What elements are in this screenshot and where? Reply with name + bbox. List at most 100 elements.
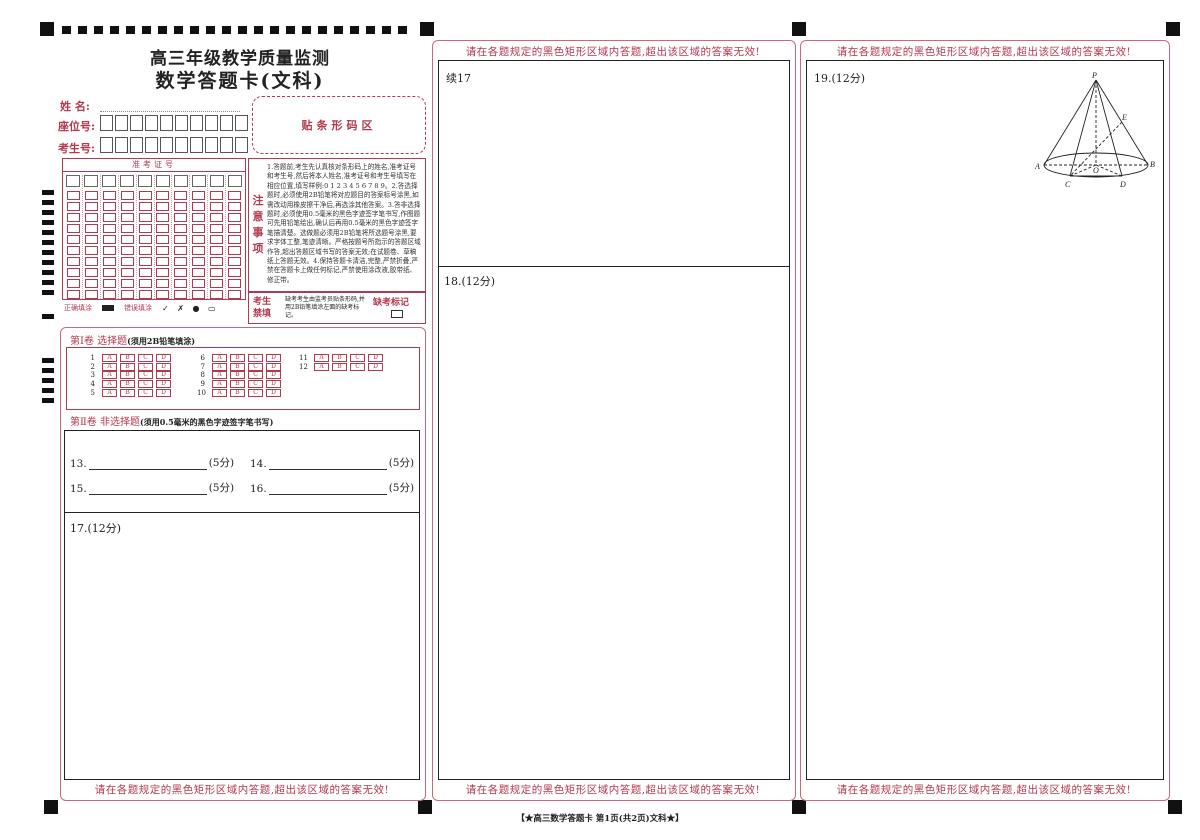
choice-bubble[interactable]: A [314, 354, 329, 363]
choice-bubble[interactable]: A [102, 362, 117, 371]
choice-bubble[interactable]: C [138, 371, 153, 380]
exam-id-bubble[interactable] [156, 202, 170, 211]
exam-id-bubble[interactable] [174, 191, 188, 200]
exam-id-bubble[interactable] [174, 268, 188, 277]
exam-id-digit-box[interactable] [84, 175, 99, 187]
exam-id-digit-box[interactable] [227, 175, 242, 187]
q16-answer-line[interactable] [268, 483, 387, 495]
exam-id-bubble[interactable] [174, 202, 188, 211]
exam-id-bubble[interactable] [192, 213, 206, 222]
digit-cell[interactable] [235, 137, 248, 153]
choice-bubble[interactable]: A [102, 388, 117, 397]
choice-bubble[interactable]: D [156, 380, 171, 389]
choice-bubble[interactable]: C [350, 362, 365, 371]
exam-id-digit-box[interactable] [173, 175, 188, 187]
exam-id-bubble[interactable] [174, 213, 188, 222]
exam-id-bubble[interactable] [66, 279, 80, 288]
choice-grid[interactable]: 1ABCD2ABCD3ABCD4ABCD5ABCD6ABCD7ABCD8ABCD… [66, 347, 420, 410]
choice-bubble[interactable]: C [248, 371, 263, 380]
exam-id-bubble[interactable] [156, 257, 170, 266]
choice-bubble[interactable]: D [266, 380, 281, 389]
exam-id-bubble[interactable] [120, 213, 134, 222]
choice-bubble[interactable]: C [138, 388, 153, 397]
choice-bubble[interactable]: A [212, 388, 227, 397]
exam-id-bubble[interactable] [84, 279, 98, 288]
exam-id-bubble[interactable] [192, 290, 206, 299]
exam-id-bubble[interactable] [66, 268, 80, 277]
choice-bubble[interactable]: A [102, 380, 117, 389]
exam-id-bubble[interactable] [210, 224, 224, 233]
digit-cell[interactable] [145, 137, 158, 153]
exam-id-bubble[interactable] [66, 202, 80, 211]
choice-bubble[interactable]: D [156, 362, 171, 371]
exam-id-bubble[interactable] [174, 257, 188, 266]
choice-bubble[interactable]: D [266, 362, 281, 371]
exam-id-bubble[interactable] [138, 257, 152, 266]
choice-bubble[interactable]: B [120, 388, 135, 397]
exam-id-bubble[interactable] [210, 279, 224, 288]
exam-id-bubble[interactable] [228, 202, 242, 211]
exam-id-bubble[interactable] [228, 191, 242, 200]
exam-id-bubble[interactable] [120, 202, 134, 211]
choice-bubble[interactable]: B [230, 354, 245, 363]
exam-id-bubble[interactable] [120, 257, 134, 266]
exam-id-bubble[interactable] [138, 268, 152, 277]
exam-id-digit-box[interactable] [155, 175, 170, 187]
digit-cell[interactable] [175, 137, 188, 153]
exam-id-bubble[interactable] [66, 235, 80, 244]
exam-id-bubble[interactable] [156, 268, 170, 277]
exam-id-bubble[interactable] [192, 279, 206, 288]
seat-number-cells[interactable] [100, 115, 248, 131]
exam-id-bubble[interactable] [174, 279, 188, 288]
exam-id-bubble[interactable] [120, 191, 134, 200]
exam-id-bubble[interactable] [210, 246, 224, 255]
choice-bubble[interactable]: C [248, 380, 263, 389]
exam-id-digit-box[interactable] [66, 175, 81, 187]
digit-cell[interactable] [100, 115, 113, 131]
exam-id-bubble[interactable] [228, 279, 242, 288]
exam-id-bubble[interactable] [120, 224, 134, 233]
name-field[interactable] [100, 110, 240, 112]
choice-bubble[interactable]: C [248, 354, 263, 363]
exam-id-bubble[interactable] [156, 246, 170, 255]
exam-id-bubble[interactable] [192, 246, 206, 255]
exam-id-digit-box[interactable] [209, 175, 224, 187]
exam-id-bubble[interactable] [192, 235, 206, 244]
exam-id-bubble[interactable] [138, 246, 152, 255]
exam-id-grid[interactable]: 准考证号 [62, 158, 246, 300]
exam-id-bubble[interactable] [192, 202, 206, 211]
exam-id-bubble[interactable] [120, 235, 134, 244]
absent-checkbox[interactable] [391, 310, 403, 318]
exam-id-bubble[interactable] [102, 224, 116, 233]
digit-cell[interactable] [100, 137, 113, 153]
choice-bubble[interactable]: C [248, 388, 263, 397]
exam-id-bubble[interactable] [210, 235, 224, 244]
exam-id-bubble[interactable] [138, 191, 152, 200]
digit-cell[interactable] [235, 115, 248, 131]
exam-id-bubble[interactable] [192, 257, 206, 266]
exam-id-bubble[interactable] [102, 246, 116, 255]
exam-id-bubble[interactable] [210, 257, 224, 266]
exam-id-bubble[interactable] [228, 290, 242, 299]
digit-cell[interactable] [190, 137, 203, 153]
choice-bubble[interactable]: B [230, 388, 245, 397]
exam-id-bubble[interactable] [138, 235, 152, 244]
q17-continued-box[interactable] [438, 60, 790, 268]
choice-bubble[interactable]: C [248, 362, 263, 371]
exam-id-bubble[interactable] [138, 213, 152, 222]
q14-answer-line[interactable] [268, 458, 387, 470]
digit-cell[interactable] [115, 137, 128, 153]
choice-bubble[interactable]: D [156, 388, 171, 397]
choice-bubble[interactable]: D [368, 362, 383, 371]
exam-id-bubble[interactable] [120, 279, 134, 288]
exam-id-bubble[interactable] [192, 268, 206, 277]
exam-id-bubble[interactable] [228, 224, 242, 233]
digit-cell[interactable] [205, 137, 218, 153]
choice-bubble[interactable]: C [138, 380, 153, 389]
exam-id-bubble[interactable] [192, 224, 206, 233]
exam-id-bubble[interactable] [102, 257, 116, 266]
choice-bubble[interactable]: B [332, 362, 347, 371]
q17-answer-box[interactable] [64, 512, 420, 780]
choice-bubble[interactable]: B [120, 371, 135, 380]
digit-cell[interactable] [190, 115, 203, 131]
